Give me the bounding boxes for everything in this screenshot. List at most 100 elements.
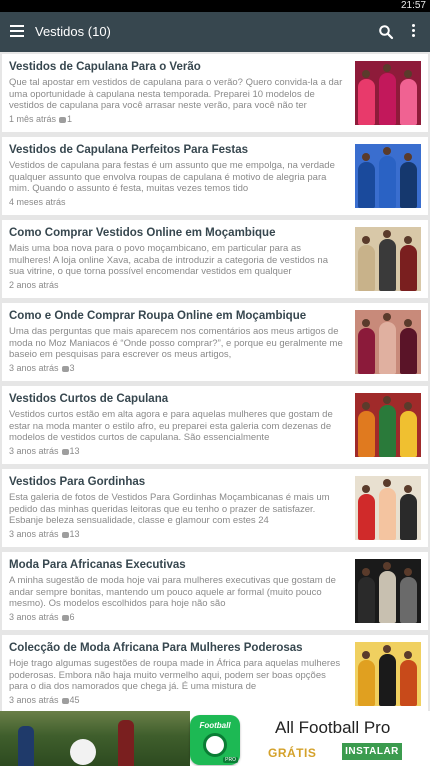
figure-head [383,396,391,404]
dress-figure [400,494,417,540]
post-meta: 3 anos atrás 3 [9,363,345,374]
dress-figure [358,411,375,457]
comment-count: 13 [69,529,80,539]
post-date: 1 mês atrás [9,114,57,124]
comment-icon [61,365,69,372]
hamburger-menu-icon[interactable] [10,25,24,39]
post-text: Moda Para Africanas Executivas A minha su… [9,558,345,626]
post-title: Como Comprar Vestidos Online em Moçambiq… [9,227,276,239]
post-excerpt: Mais uma boa nova para o povo moçambican… [9,243,328,278]
dress-figure [379,156,396,208]
post-card[interactable]: Vestidos Para Gordinhas Esta galeria de f… [2,469,428,547]
post-card[interactable]: Colecção de Moda Africana Para Mulheres … [2,635,428,713]
post-date: 3 anos atrás [9,363,59,373]
figure-head [362,236,370,244]
post-date: 4 meses atrás [9,197,66,207]
more-vert-icon[interactable] [410,24,416,40]
ad-banner[interactable]: Football PRO All Football Pro GRÁTIS INS… [0,711,430,766]
figure-head [362,568,370,576]
post-card[interactable]: Como Comprar Vestidos Online em Moçambiq… [2,220,428,298]
ad-photo [0,711,190,766]
post-meta: 3 anos atrás 13 [9,446,345,457]
dress-figure [358,577,375,623]
figure-head [383,645,391,653]
figure-head [362,402,370,410]
dress-figure [358,494,375,540]
post-card[interactable]: Vestidos de Capulana Para o Verão Que tal… [2,54,428,132]
post-date: 3 anos atrás [9,529,59,539]
post-title: Vestidos Curtos de Capulana [9,393,169,405]
post-text: Como e Onde Comprar Roupa Online em Moça… [9,309,345,377]
post-meta: 2 anos atrás [9,280,345,291]
figure-head [362,319,370,327]
page-title: Vestidos (10) [35,24,111,39]
ad-install-button[interactable]: INSTALAR [342,743,402,760]
figure-head [383,313,391,321]
post-title: Vestidos de Capulana Perfeitos Para Fest… [9,144,249,156]
ad-price: GRÁTIS [268,746,317,760]
post-meta: 3 anos atrás 13 [9,529,345,540]
dress-figure [379,73,396,125]
figure-head [404,651,412,659]
comment-count: 6 [69,612,75,622]
figure-head [404,319,412,327]
ad-logo-word: Football [199,721,231,730]
figure-head [362,70,370,78]
post-date: 2 anos atrás [9,280,59,290]
comment-icon [61,697,69,704]
post-thumbnail [355,476,421,540]
ad-app-logo: Football PRO [190,715,240,765]
figure-head [383,230,391,238]
post-excerpt: Vestidos curtos estão em alta agora e pa… [9,409,333,444]
dress-figure [400,411,417,457]
post-excerpt: Que tal apostar em vestidos de capulana … [9,77,343,112]
post-thumbnail [355,227,421,291]
figure-head [362,651,370,659]
figure-head [362,485,370,493]
figure-head [404,70,412,78]
post-excerpt: Esta galeria de fotos de Vestidos Para G… [9,492,330,527]
comment-icon [61,614,69,621]
post-thumbnail [355,393,421,457]
ad-logo-badge: PRO [223,757,238,763]
post-date: 3 anos atrás [9,695,59,705]
dress-figure [400,245,417,291]
comment-count: 1 [67,114,73,124]
ad-player-figure [118,720,134,766]
ad-app-name: All Football Pro [275,718,391,737]
dress-figure [379,571,396,623]
post-meta: 3 anos atrás 6 [9,612,345,623]
post-text: Colecção de Moda Africana Para Mulheres … [9,641,345,709]
post-text: Vestidos Curtos de Capulana Vestidos curt… [9,392,345,460]
post-list: Vestidos de Capulana Para o Verão Que tal… [2,54,428,718]
dress-figure [358,162,375,208]
comment-count: 45 [69,695,80,705]
post-excerpt: Uma das perguntas que mais aparecem nos … [9,326,343,361]
post-text: Vestidos Para Gordinhas Esta galeria de f… [9,475,345,543]
comment-count: 3 [69,363,75,373]
dress-figure [358,660,375,706]
post-text: Vestidos de Capulana Perfeitos Para Fest… [9,143,345,211]
post-excerpt: Vestidos de capulana para festas é um as… [9,160,335,195]
dress-figure [379,322,396,374]
post-card[interactable]: Vestidos de Capulana Perfeitos Para Fest… [2,137,428,215]
post-card[interactable]: Como e Onde Comprar Roupa Online em Moça… [2,303,428,381]
post-card[interactable]: Moda Para Africanas Executivas A minha su… [2,552,428,630]
post-title: Vestidos Para Gordinhas [9,476,146,488]
post-meta: 1 mês atrás 1 [9,114,345,125]
post-text: Vestidos de Capulana Para o Verão Que tal… [9,60,345,128]
app-bar: Vestidos (10) [0,12,430,52]
status-bar: 21:57 [0,0,430,12]
search-icon[interactable] [378,24,394,40]
figure-head [404,485,412,493]
post-meta: 3 anos atrás 45 [9,695,345,706]
dress-figure [400,79,417,125]
soccer-ball-icon [203,733,227,757]
dress-figure [358,328,375,374]
figure-head [404,236,412,244]
post-card[interactable]: Vestidos Curtos de Capulana Vestidos curt… [2,386,428,464]
post-date: 3 anos atrás [9,612,59,622]
post-thumbnail [355,144,421,208]
dress-figure [379,654,396,706]
figure-head [404,568,412,576]
